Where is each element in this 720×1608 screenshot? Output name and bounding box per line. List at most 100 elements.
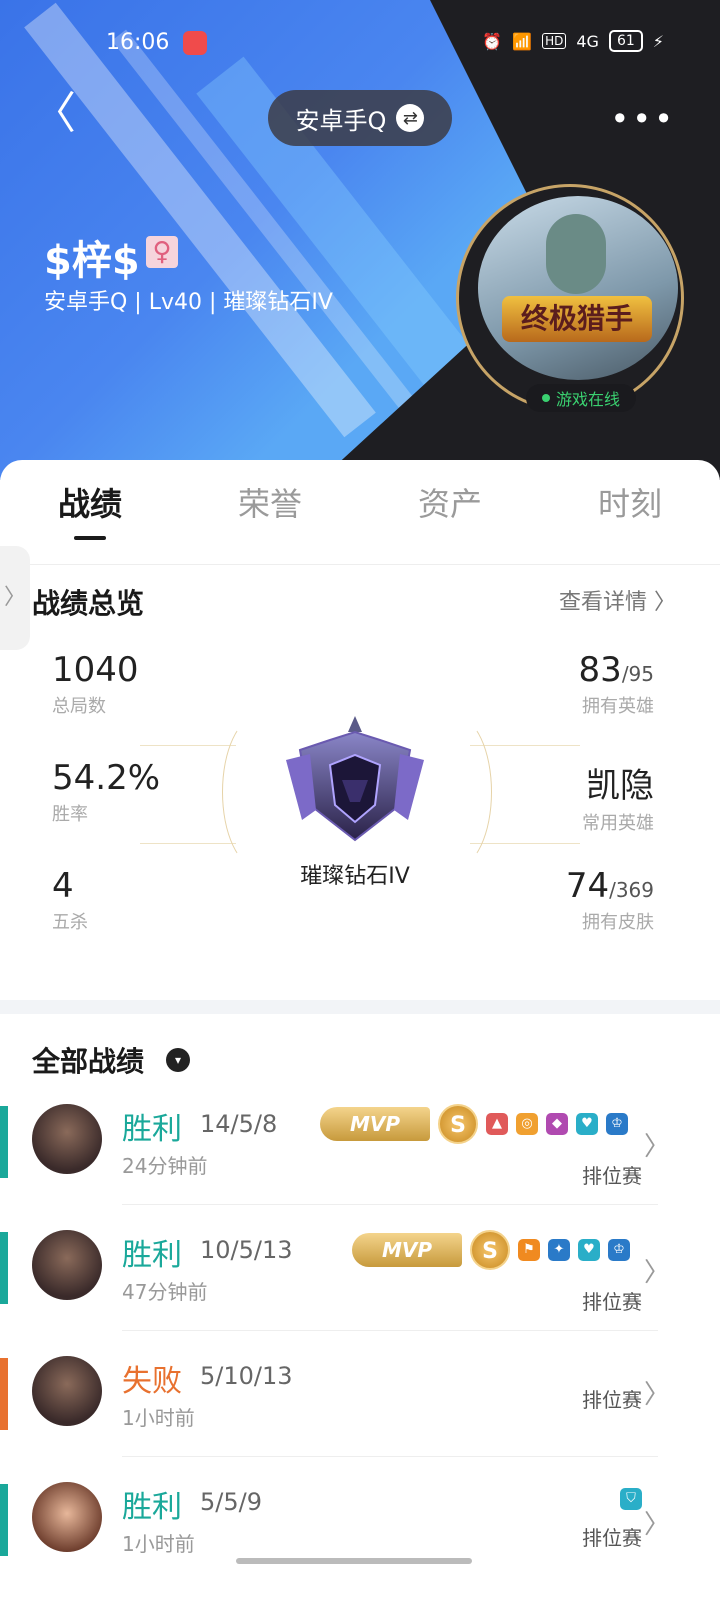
heroes-owned-count: 83 <box>578 650 622 690</box>
more-menu-button[interactable]: ••• <box>610 100 676 138</box>
mvp-badge: MVP <box>352 1233 462 1267</box>
emblem-arc-right <box>420 716 492 868</box>
result-color-bar <box>0 1232 8 1304</box>
tab-records[interactable]: 战绩 <box>0 464 180 564</box>
tab-assets[interactable]: 资产 <box>360 464 540 564</box>
match-kda: 10/5/13 <box>200 1236 293 1264</box>
match-result: 胜利 <box>122 1238 182 1273</box>
online-status-badge: 游戏在线 <box>526 384 636 412</box>
rank-name: 璀璨钻石IV <box>300 864 410 889</box>
match-type: 排位赛 <box>582 1290 642 1314</box>
stat-value: 1040 <box>52 650 139 690</box>
match-badges: MVP S ▲ ◎ ◆ ♥ ♔ <box>320 1104 628 1144</box>
match-time-ago: 1小时前 <box>122 1406 195 1430</box>
stat-win-rate: 54.2% 胜率 <box>52 758 160 826</box>
row-separator <box>122 1456 658 1457</box>
skins-owned-count: 74 <box>565 866 610 906</box>
divider-line <box>470 843 580 844</box>
result-color-bar <box>0 1106 8 1178</box>
skins-total: /369 <box>609 878 654 902</box>
hero-avatar <box>32 1482 102 1552</box>
row-separator <box>122 1330 658 1331</box>
status-icons: ⏰ 📶 HD 4G 61 ⚡ <box>482 30 664 52</box>
chevron-right-icon: 〉 <box>643 1510 670 1540</box>
match-time-ago: 24分钟前 <box>122 1154 208 1178</box>
alarm-icon: ⏰ <box>482 31 503 51</box>
female-icon: ♀ <box>146 236 178 268</box>
demon-icon: ◆ <box>546 1113 568 1135</box>
hero-avatar <box>32 1230 102 1300</box>
diamond-rank-emblem-icon <box>286 716 424 842</box>
stat-label: 五杀 <box>52 912 88 933</box>
account-name: 安卓手Q <box>295 106 387 135</box>
tab-honor[interactable]: 荣誉 <box>180 464 360 564</box>
chevron-right-icon: 〉 <box>643 1132 670 1162</box>
stat-penta: 4 五杀 <box>52 866 88 934</box>
chevron-right-icon: 〉 <box>643 1258 670 1288</box>
match-row[interactable]: 胜利 5/5/9 1小时前 ⛉ 排位赛 〉 <box>0 1482 720 1608</box>
match-row[interactable]: 胜利 14/5/8 24分钟前 MVP S ▲ ◎ ◆ ♥ ♔ 排位赛 〉 <box>0 1104 720 1230</box>
view-details-link[interactable]: 查看详情 〉 <box>559 584 676 616</box>
stat-skins-owned: 74/369 拥有皮肤 <box>566 866 654 934</box>
signal-icon: 4G <box>576 31 599 51</box>
heroes-total: /95 <box>621 662 654 686</box>
match-type: 排位赛 <box>582 1526 642 1550</box>
battery-icon: 61 <box>608 30 643 52</box>
account-switch-pill[interactable]: 安卓手Q ⇄ <box>268 90 452 146</box>
swap-icon: ⇄ <box>396 104 425 132</box>
s-rating-badge: S <box>438 1104 478 1144</box>
section-divider <box>0 1000 720 1014</box>
match-result: 失败 <box>122 1364 182 1399</box>
hd-icon: HD <box>542 33 567 49</box>
stat-heroes-owned: 83/95 拥有英雄 <box>579 650 654 718</box>
match-row[interactable]: 胜利 10/5/13 47分钟前 MVP S ⚑ ✦ ♥ ♔ 排位赛 〉 <box>0 1230 720 1356</box>
hero-avatar <box>32 1104 102 1174</box>
all-records-title[interactable]: 全部战绩 <box>32 1040 144 1080</box>
mvp-badge: MVP <box>320 1107 430 1141</box>
match-type: 排位赛 <box>582 1388 642 1412</box>
chevron-down-icon[interactable]: ▾ <box>166 1048 190 1072</box>
match-result: 胜利 <box>122 1490 182 1525</box>
online-label: 游戏在线 <box>555 390 620 409</box>
stat-label: 拥有英雄 <box>582 696 654 717</box>
overview-title: 战绩总览 <box>32 587 145 620</box>
match-badges: MVP S ⚑ ✦ ♥ ♔ <box>352 1230 630 1270</box>
hero-avatar <box>32 1356 102 1426</box>
match-time-ago: 1小时前 <box>122 1532 195 1556</box>
result-color-bar <box>0 1358 8 1430</box>
stat-label: 胜率 <box>52 804 88 825</box>
match-type: 排位赛 <box>582 1164 642 1188</box>
app-notification-icon <box>183 31 207 55</box>
match-row[interactable]: 失败 5/10/13 1小时前 排位赛 〉 <box>0 1356 720 1482</box>
divider-line <box>140 745 236 746</box>
flag-icon: ⚑ <box>518 1239 540 1261</box>
wing-icon: ✦ <box>548 1239 570 1261</box>
king-icon: ♔ <box>608 1239 630 1261</box>
s-rating-badge: S <box>470 1230 510 1270</box>
tab-bar: 战绩 荣誉 资产 时刻 <box>0 464 720 565</box>
avatar-logo-text: 终极猎手 <box>502 296 652 342</box>
back-button[interactable]: 〈 <box>32 92 76 138</box>
chevron-right-icon: 〉 <box>643 1380 670 1410</box>
result-color-bar <box>0 1484 8 1556</box>
heart-icon: ♥ <box>578 1239 600 1261</box>
stat-value: 83/95 <box>579 650 654 690</box>
avatar-figure <box>546 214 606 294</box>
avatar[interactable]: 终极猎手 <box>478 196 678 380</box>
stat-value: 4 <box>52 866 74 906</box>
stat-common-hero: 凯隐 常用英雄 <box>582 758 654 835</box>
shield-icon: ⛉ <box>620 1488 642 1510</box>
home-indicator[interactable] <box>236 1558 472 1564</box>
gold-icon: ◎ <box>516 1113 538 1135</box>
divider-line <box>140 843 236 844</box>
stat-label: 常用英雄 <box>582 813 654 834</box>
divider-line <box>470 745 580 746</box>
player-subinfo: 安卓手Q | Lv40 | 璀璨钻石IV <box>44 290 333 315</box>
row-separator <box>122 1204 658 1205</box>
match-result: 胜利 <box>122 1112 182 1147</box>
match-kda: 5/5/9 <box>200 1488 262 1516</box>
match-kda: 14/5/8 <box>200 1110 278 1138</box>
tab-moments[interactable]: 时刻 <box>540 464 720 564</box>
stat-label: 拥有皮肤 <box>582 912 654 933</box>
side-drawer-handle[interactable]: 〉 <box>0 546 30 650</box>
